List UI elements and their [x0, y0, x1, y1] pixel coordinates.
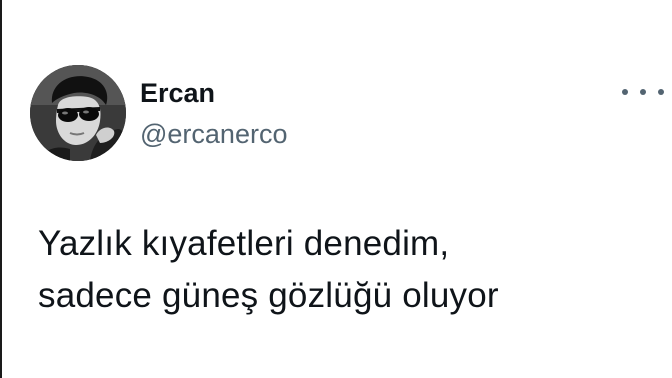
tweet-text: Yazlık kıyafetleri denedim, sadece güneş…	[38, 218, 658, 322]
more-horizontal-icon	[640, 89, 646, 95]
avatar-photo-icon	[30, 65, 126, 161]
avatar[interactable]	[30, 65, 126, 161]
author-handle[interactable]: @ercanerco	[140, 119, 287, 150]
tweet-text-line: Yazlık kıyafetleri denedim,	[38, 224, 450, 263]
author-display-name[interactable]: Ercan	[140, 78, 215, 109]
more-horizontal-icon	[658, 89, 664, 95]
more-options-button[interactable]	[622, 80, 664, 104]
tweet-card: Ercan @ercanerco Yazlık kıyafetleri dene…	[0, 0, 672, 378]
more-horizontal-icon	[622, 89, 628, 95]
tweet-text-line: sadece güneş gözlüğü oluyor	[38, 276, 499, 315]
